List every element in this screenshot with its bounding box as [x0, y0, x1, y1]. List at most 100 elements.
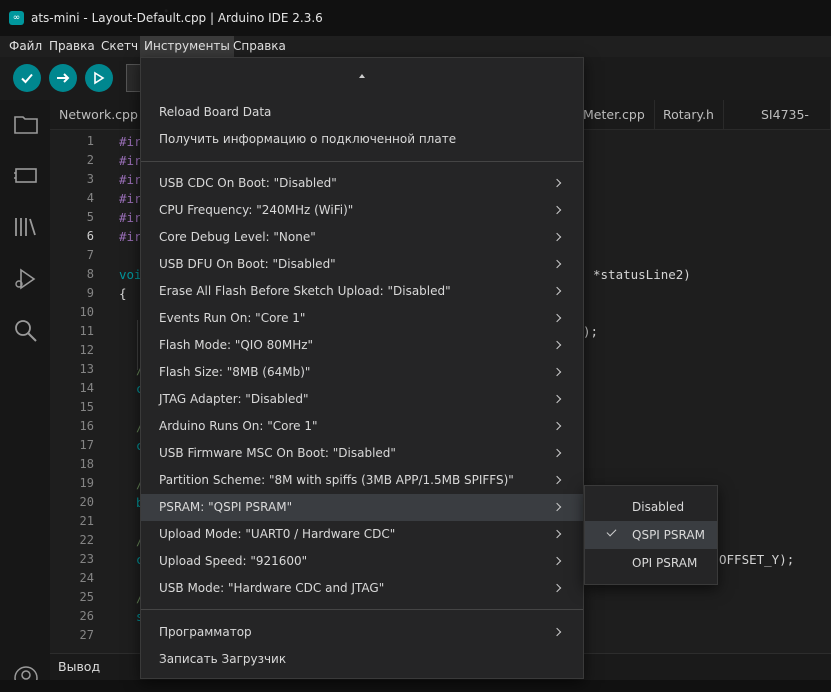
line-number: 12: [79, 343, 94, 357]
code-line: #ir: [119, 210, 142, 225]
output-tab[interactable]: Вывод: [58, 659, 100, 674]
chevron-right-icon: [552, 448, 562, 458]
line-number: 21: [79, 514, 94, 528]
menu-item-label: USB Mode: "Hardware CDC and JTAG": [159, 581, 385, 595]
menu-item-usb-firmware-msc[interactable]: USB Firmware MSC On Boot: "Disabled": [141, 440, 583, 467]
code-line-tail: OFFSET_Y);: [719, 552, 795, 567]
board-selector[interactable]: [126, 64, 140, 92]
chevron-right-icon: [552, 627, 562, 637]
checkmark-icon: [606, 526, 617, 537]
menu-item-usb-mode[interactable]: USB Mode: "Hardware CDC and JTAG": [141, 575, 583, 602]
debug-button[interactable]: [85, 64, 113, 92]
window-title: ats-mini - Layout-Default.cpp | Arduino …: [31, 11, 323, 25]
menu-tools[interactable]: Инструменты: [140, 36, 234, 57]
scroll-up-arrow-icon[interactable]: [359, 74, 365, 78]
menu-item-upload-speed[interactable]: Upload Speed: "921600": [141, 548, 583, 575]
indent-guide: [137, 320, 138, 370]
line-number: 19: [79, 476, 94, 490]
line-number: 4: [86, 191, 94, 205]
chevron-right-icon: [552, 205, 562, 215]
menu-item-label: CPU Frequency: "240MHz (WiFi)": [159, 203, 354, 217]
upload-button[interactable]: [49, 64, 77, 92]
arduino-logo-icon: ∞: [9, 11, 24, 25]
menu-file[interactable]: Файл: [5, 36, 46, 57]
menu-item-label: PSRAM: "QSPI PSRAM": [159, 500, 293, 514]
verify-button[interactable]: [13, 64, 41, 92]
verify-icon: [21, 73, 33, 84]
code-line-tail: *statusLine2): [593, 267, 691, 282]
menu-sketch[interactable]: Скетч: [97, 36, 142, 57]
menu-item-usb-cdc-on-boot[interactable]: USB CDC On Boot: "Disabled": [141, 170, 583, 197]
menu-item-label: Erase All Flash Before Sketch Upload: "D…: [159, 284, 451, 298]
chevron-right-icon: [552, 556, 562, 566]
line-number: 26: [79, 609, 94, 623]
menu-item-erase-all-flash[interactable]: Erase All Flash Before Sketch Upload: "D…: [141, 278, 583, 305]
menu-item-usb-dfu-on-boot[interactable]: USB DFU On Boot: "Disabled": [141, 251, 583, 278]
line-number-current: 6: [86, 229, 94, 243]
menu-item-cpu-frequency[interactable]: CPU Frequency: "240MHz (WiFi)": [141, 197, 583, 224]
chevron-right-icon: [552, 340, 562, 350]
line-number: 22: [79, 533, 94, 547]
line-number: 15: [79, 400, 94, 414]
chevron-right-icon: [552, 529, 562, 539]
menu-edit[interactable]: Правка: [45, 36, 99, 57]
psram-option-disabled[interactable]: Disabled: [585, 493, 717, 521]
tools-menu: Reload Board Data Получить информацию о …: [140, 57, 584, 679]
code-line: #ir: [119, 172, 142, 187]
code-line: #ir: [119, 153, 142, 168]
title-bar: ∞ ats-mini - Layout-Default.cpp | Arduin…: [0, 0, 831, 36]
boards-manager-icon[interactable]: [12, 161, 40, 189]
menu-item-core-debug-level[interactable]: Core Debug Level: "None": [141, 224, 583, 251]
menu-item-label: Upload Mode: "UART0 / Hardware CDC": [159, 527, 396, 541]
menu-item-partition-scheme[interactable]: Partition Scheme: "8M with spiffs (3MB A…: [141, 467, 583, 494]
tab-si4735-fixed-h[interactable]: SI4735-fixed.h: [752, 100, 831, 152]
chevron-right-icon: [552, 502, 562, 512]
tab-rotary-h[interactable]: Rotary.h: [654, 100, 724, 130]
line-number: 25: [79, 590, 94, 604]
chevron-right-icon: [552, 286, 562, 296]
menu-item-flash-size[interactable]: Flash Size: "8MB (64Mb)": [141, 359, 583, 386]
code-line-tail: );: [583, 324, 599, 339]
chevron-right-icon: [552, 259, 562, 269]
line-number: 10: [79, 305, 94, 319]
chevron-right-icon: [552, 394, 562, 404]
chevron-right-icon: [552, 313, 562, 323]
menu-item-label: Arduino Runs On: "Core 1": [159, 419, 318, 433]
upload-icon: [57, 73, 70, 83]
menu-item-reload-board-data[interactable]: Reload Board Data: [141, 99, 583, 126]
psram-option-label: QSPI PSRAM: [632, 528, 705, 542]
menu-item-jtag-adapter[interactable]: JTAG Adapter: "Disabled": [141, 386, 583, 413]
debug-view-icon[interactable]: [12, 265, 40, 293]
menu-item-label: USB DFU On Boot: "Disabled": [159, 257, 336, 271]
menu-item-psram[interactable]: PSRAM: "QSPI PSRAM": [141, 494, 583, 521]
menu-item-programmer[interactable]: Программатор: [141, 619, 583, 646]
code-line: {: [119, 286, 127, 301]
line-number: 11: [79, 324, 94, 338]
menu-item-label: JTAG Adapter: "Disabled": [159, 392, 309, 406]
line-number: 7: [86, 248, 94, 262]
menu-item-events-run-on[interactable]: Events Run On: "Core 1": [141, 305, 583, 332]
search-icon[interactable]: [12, 317, 40, 345]
chevron-right-icon: [552, 475, 562, 485]
menu-item-burn-bootloader[interactable]: Записать Загрузчик: [141, 646, 583, 673]
menu-help[interactable]: Справка: [229, 36, 290, 57]
menu-item-upload-mode[interactable]: Upload Mode: "UART0 / Hardware CDC": [141, 521, 583, 548]
menu-item-label: Core Debug Level: "None": [159, 230, 316, 244]
line-number: 20: [79, 495, 94, 509]
line-number-gutter: 1 2 3 4 5 6 7 8 9 10 11 12 13 14 15 16 1…: [50, 130, 100, 653]
tab-network-cpp[interactable]: Network.cpp: [50, 100, 148, 130]
status-bar: [0, 680, 831, 692]
tab-meter-cpp[interactable]: Meter.cpp: [574, 100, 655, 130]
menu-item-label: Flash Mode: "QIO 80MHz": [159, 338, 314, 352]
menu-item-flash-mode[interactable]: Flash Mode: "QIO 80MHz": [141, 332, 583, 359]
line-number: 1: [86, 134, 94, 148]
menu-item-label: Events Run On: "Core 1": [159, 311, 306, 325]
psram-option-opi[interactable]: OPI PSRAM: [585, 549, 717, 577]
psram-option-qspi[interactable]: QSPI PSRAM: [585, 521, 717, 549]
chevron-right-icon: [552, 583, 562, 593]
line-number: 14: [79, 381, 94, 395]
menu-item-get-board-info[interactable]: Получить информацию о подключенной плате: [141, 126, 583, 153]
sketchbook-folder-icon[interactable]: [12, 110, 40, 138]
menu-item-arduino-runs-on[interactable]: Arduino Runs On: "Core 1": [141, 413, 583, 440]
library-manager-icon[interactable]: [12, 213, 40, 241]
